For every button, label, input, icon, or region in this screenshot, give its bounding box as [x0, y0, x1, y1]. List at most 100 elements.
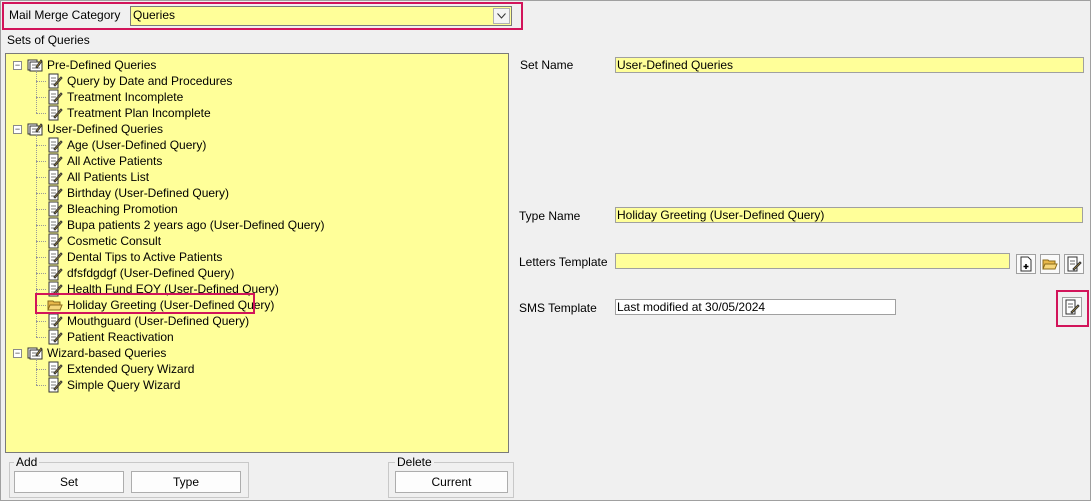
- query-icon: [48, 361, 63, 377]
- tree-item-label: Bleaching Promotion: [67, 202, 178, 216]
- tree-group[interactable]: Wizard-based Queries: [27, 345, 166, 361]
- tree-item-label: Cosmetic Consult: [67, 234, 162, 248]
- tree-group-label: Pre-Defined Queries: [47, 58, 157, 72]
- tree-connector: [36, 177, 46, 178]
- query-icon: [48, 265, 63, 281]
- tree-item-label: Patient Reactivation: [67, 330, 174, 344]
- query-tree[interactable]: − Pre-Defined Queries Query by Date and Pr…: [5, 53, 509, 453]
- tree-item-label: Extended Query Wizard: [67, 362, 195, 376]
- collapse-icon[interactable]: −: [13, 61, 22, 70]
- tree-item[interactable]: Bleaching Promotion: [47, 201, 178, 217]
- edit-sms-button[interactable]: [1062, 297, 1082, 317]
- tree-item-label: Treatment Incomplete: [67, 90, 184, 104]
- type-name-field[interactable]: Holiday Greeting (User-Defined Query): [615, 207, 1083, 223]
- tree-group-label: Wizard-based Queries: [47, 346, 167, 360]
- tree-item[interactable]: All Active Patients: [47, 153, 162, 169]
- tree-item-label: Bupa patients 2 years ago (User-Defined …: [67, 218, 325, 232]
- delete-group-label: Delete: [395, 455, 434, 469]
- tree-connector: [36, 209, 46, 210]
- query-icon: [48, 329, 63, 345]
- add-group-label: Add: [14, 455, 40, 469]
- query-set-icon: [27, 347, 43, 360]
- tree-item[interactable]: Bupa patients 2 years ago (User-Defined …: [47, 217, 324, 233]
- add-type-button[interactable]: Type: [131, 471, 241, 493]
- tree-item[interactable]: dfsfdgdgf (User-Defined Query): [47, 265, 234, 281]
- open-template-button[interactable]: [1040, 254, 1060, 274]
- query-icon: [48, 169, 63, 185]
- tree-item[interactable]: Mouthguard (User-Defined Query): [47, 313, 249, 329]
- tree-item-label: Dental Tips to Active Patients: [67, 250, 223, 264]
- tree-connector: [36, 257, 46, 258]
- tree-item-label: Mouthguard (User-Defined Query): [67, 314, 250, 328]
- tree-item-label: Treatment Plan Incomplete: [67, 106, 211, 120]
- query-icon: [48, 313, 63, 329]
- tree-connector: [36, 369, 46, 370]
- query-icon: [48, 249, 63, 265]
- delete-current-button[interactable]: Current: [395, 471, 508, 493]
- tree-item-label: Age (User-Defined Query): [67, 138, 207, 152]
- tree-connector: [36, 225, 46, 226]
- new-template-button[interactable]: [1016, 254, 1036, 274]
- sms-template-label: SMS Template: [519, 301, 597, 315]
- query-set-icon: [27, 59, 43, 72]
- query-icon: [48, 153, 63, 169]
- sets-of-queries-label: Sets of Queries: [7, 33, 90, 47]
- tree-connector: [36, 81, 46, 82]
- tree-item[interactable]: Age (User-Defined Query): [47, 137, 206, 153]
- tree-item[interactable]: Treatment Plan Incomplete: [47, 105, 211, 121]
- tree-item[interactable]: Cosmetic Consult: [47, 233, 161, 249]
- category-select[interactable]: Queries: [130, 6, 512, 26]
- tree-item[interactable]: Query by Date and Procedures: [47, 73, 232, 89]
- tree-item[interactable]: Dental Tips to Active Patients: [47, 249, 222, 265]
- tree-group[interactable]: User-Defined Queries: [27, 121, 163, 137]
- tree-group-label: User-Defined Queries: [47, 122, 164, 136]
- tree-connector: [36, 321, 46, 322]
- sms-template-field[interactable]: Last modified at 30/05/2024: [615, 299, 896, 315]
- new-document-icon: [1020, 256, 1032, 272]
- tree-item[interactable]: Treatment Incomplete: [47, 89, 183, 105]
- tree-item-label: Query by Date and Procedures: [67, 74, 233, 88]
- tree-item-label: Birthday (User-Defined Query): [67, 186, 230, 200]
- tree-connector: [36, 193, 46, 194]
- tree-connector: [36, 97, 46, 98]
- tree-item[interactable]: Extended Query Wizard: [47, 361, 194, 377]
- query-icon: [48, 105, 63, 121]
- selected-item-highlight: [35, 293, 255, 314]
- tree-item-label: All Patients List: [67, 170, 150, 184]
- tree-item-label: dfsfdgdgf (User-Defined Query): [67, 266, 235, 280]
- open-folder-icon: [1042, 259, 1058, 270]
- query-icon: [48, 201, 63, 217]
- collapse-icon[interactable]: −: [13, 125, 22, 134]
- tree-connector: [36, 337, 46, 338]
- set-name-field[interactable]: User-Defined Queries: [615, 57, 1084, 73]
- tree-connector: [36, 145, 46, 146]
- tree-item[interactable]: Birthday (User-Defined Query): [47, 185, 229, 201]
- edit-document-icon: [1067, 256, 1082, 272]
- tree-item-label: Simple Query Wizard: [67, 378, 181, 392]
- tree-connector: [36, 241, 46, 242]
- query-icon: [48, 217, 63, 233]
- tree-group[interactable]: Pre-Defined Queries: [27, 57, 156, 73]
- tree-connector: [36, 273, 46, 274]
- query-icon: [48, 89, 63, 105]
- edit-template-button[interactable]: [1064, 254, 1084, 274]
- tree-connector: [36, 161, 46, 162]
- category-label: Mail Merge Category: [9, 8, 121, 22]
- chevron-down-icon[interactable]: [493, 8, 510, 24]
- tree-connector: [36, 385, 46, 386]
- add-set-button[interactable]: Set: [14, 471, 124, 493]
- tree-item[interactable]: Patient Reactivation: [47, 329, 174, 345]
- category-value: Queries: [133, 8, 176, 22]
- query-set-icon: [27, 123, 43, 136]
- tree-connector: [36, 113, 46, 114]
- query-icon: [48, 377, 63, 393]
- edit-document-icon: [1065, 299, 1080, 315]
- collapse-icon[interactable]: −: [13, 349, 22, 358]
- tree-item[interactable]: All Patients List: [47, 169, 149, 185]
- query-icon: [48, 233, 63, 249]
- letters-template-field[interactable]: [615, 253, 1010, 269]
- type-name-label: Type Name: [519, 209, 581, 223]
- tree-connector: [36, 289, 46, 290]
- tree-item[interactable]: Simple Query Wizard: [47, 377, 180, 393]
- query-icon: [48, 185, 63, 201]
